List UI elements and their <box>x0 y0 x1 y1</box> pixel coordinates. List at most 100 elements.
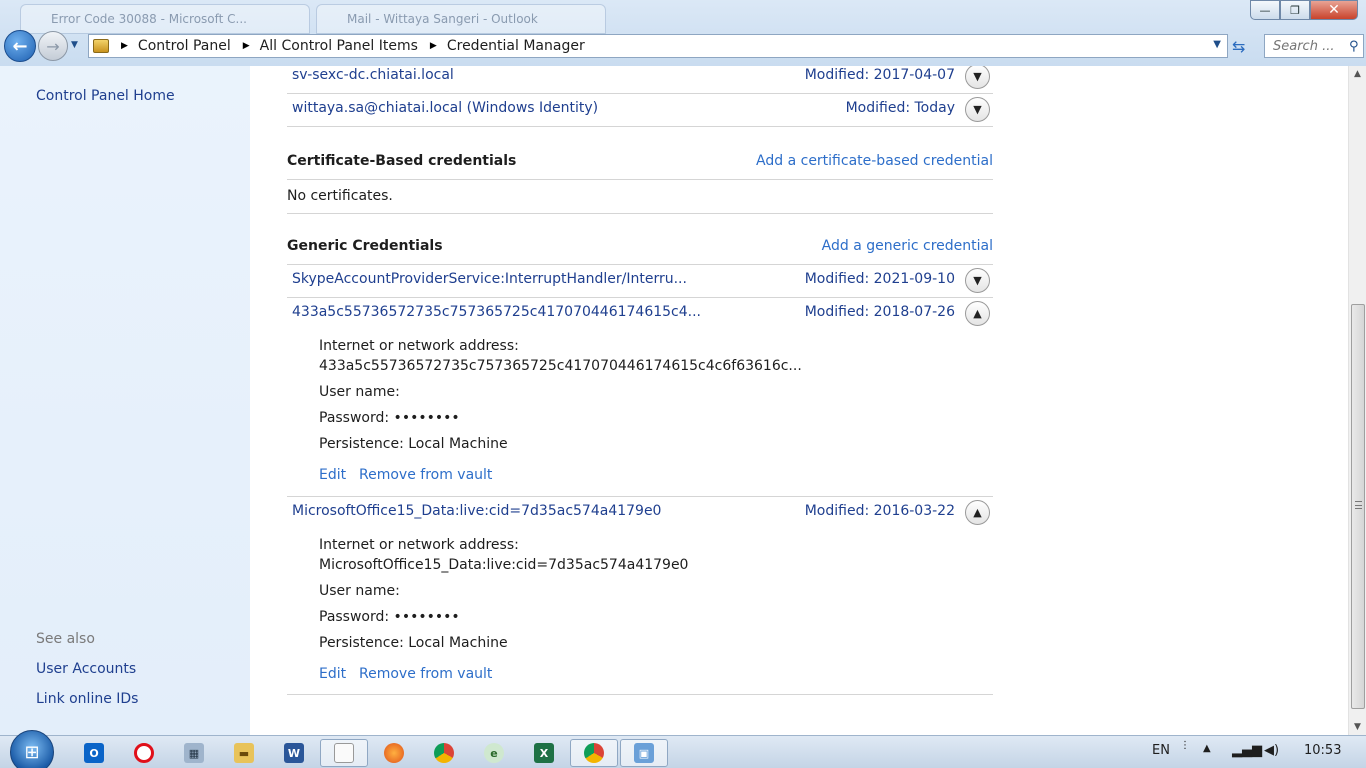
forward-button[interactable]: → <box>38 31 68 61</box>
firefox-icon <box>384 743 404 763</box>
network-signal-icon[interactable]: ▂▄▆ <box>1232 743 1262 758</box>
expand-chevron-down-icon[interactable]: ▼ <box>965 97 990 122</box>
refresh-icon[interactable]: ⇆ <box>1232 37 1245 56</box>
volume-icon[interactable]: ◀) <box>1264 743 1279 758</box>
remove-from-vault-link[interactable]: Remove from vault <box>359 666 492 682</box>
taskbar-chrome-2[interactable] <box>570 739 618 767</box>
grip-icon <box>1355 501 1362 509</box>
taskbar-calculator[interactable]: ▦ <box>170 739 218 767</box>
taskbar-word[interactable]: W <box>270 739 318 767</box>
credential-modified: Modified: Today <box>845 100 955 116</box>
breadcrumb-all-items[interactable]: All Control Panel Items <box>260 38 418 54</box>
credential-row[interactable]: wittaya.sa@chiatai.local (Windows Identi… <box>287 94 993 127</box>
taskbar-explorer[interactable]: ▬ <box>220 739 268 767</box>
vertical-scrollbar[interactable]: ▲ ▼ <box>1348 66 1366 735</box>
credential-row[interactable]: SkypeAccountProviderService:InterruptHan… <box>287 265 993 298</box>
scroll-up-arrow-icon[interactable]: ▲ <box>1349 66 1366 82</box>
breadcrumb: ▶ Control Panel ▶ All Control Panel Item… <box>109 38 585 54</box>
user-accounts-link[interactable]: User Accounts <box>36 661 136 677</box>
taskbar-opera[interactable] <box>120 739 168 767</box>
section-title: Generic Credentials <box>287 238 443 254</box>
search-input[interactable] <box>1273 38 1347 54</box>
credential-list: sv-sexc-dc.chiatai.local Modified: 2017-… <box>250 66 1348 735</box>
generic-section-header: Generic Credentials Add a generic creden… <box>287 231 993 265</box>
taskbar-network[interactable]: e <box>470 739 518 767</box>
recent-pages-dropdown-icon[interactable]: ▼ <box>71 40 78 50</box>
opera-icon <box>134 743 154 763</box>
search-icon[interactable]: ⚲ <box>1349 39 1359 54</box>
control-panel-icon: ▣ <box>634 743 654 763</box>
credential-row-expanded[interactable]: 433a5c55736572735c757365725c417070446174… <box>287 298 993 331</box>
add-certificate-credential-link[interactable]: Add a certificate-based credential <box>756 153 993 169</box>
excel-icon: X <box>534 743 554 763</box>
search-box[interactable]: ⚲ <box>1264 34 1364 58</box>
edit-link[interactable]: Edit <box>319 666 346 682</box>
show-hidden-icons-icon[interactable]: ▲ <box>1203 743 1211 754</box>
scroll-down-arrow-icon[interactable]: ▼ <box>1349 719 1366 735</box>
breadcrumb-arrow-icon[interactable]: ▶ <box>430 41 437 51</box>
credential-row[interactable]: sv-sexc-dc.chiatai.local Modified: 2017-… <box>287 66 993 94</box>
divider <box>287 694 993 695</box>
chrome-icon <box>434 743 454 763</box>
background-tab-outlook[interactable]: Mail - Wittaya Sangeri - Outlook <box>316 4 606 34</box>
expand-chevron-down-icon[interactable]: ▼ <box>965 66 990 89</box>
maximize-button[interactable]: ❐ <box>1280 0 1310 20</box>
breadcrumb-arrow-icon[interactable]: ▶ <box>243 41 250 51</box>
calculator-icon: ▦ <box>184 743 204 763</box>
taskbar-notepad[interactable] <box>320 739 368 767</box>
credential-name[interactable]: sv-sexc-dc.chiatai.local <box>292 67 454 83</box>
forward-arrow-icon: → <box>46 36 60 56</box>
document-icon <box>334 743 354 763</box>
credential-name[interactable]: SkypeAccountProviderService:InterruptHan… <box>292 271 687 287</box>
back-button[interactable]: ← <box>4 30 36 62</box>
section-title: Certificate-Based credentials <box>287 153 517 169</box>
address-dropdown-icon[interactable]: ▼ <box>1213 39 1221 50</box>
collapse-chevron-up-icon[interactable]: ▲ <box>965 301 990 326</box>
credential-name[interactable]: 433a5c55736572735c757365725c417070446174… <box>292 304 701 320</box>
breadcrumb-arrow-icon[interactable]: ▶ <box>121 41 128 51</box>
see-also-label: See also <box>36 631 95 647</box>
user-name-label: User name: <box>319 384 400 400</box>
window-titlebar: Error Code 30088 - Microsoft C... Mail -… <box>0 0 1366 66</box>
address-value: 433a5c55736572735c757365725c417070446174… <box>319 358 802 374</box>
taskbar-excel[interactable]: X <box>520 739 568 767</box>
address-label: Internet or network address: <box>319 537 519 553</box>
edit-link[interactable]: Edit <box>319 467 346 483</box>
control-panel-home-link[interactable]: Control Panel Home <box>36 88 175 104</box>
empty-message: No certificates. <box>287 188 393 204</box>
minimize-button[interactable]: — <box>1250 0 1280 20</box>
close-button[interactable]: ✕ <box>1310 0 1358 20</box>
sidebar: Control Panel Home See also User Account… <box>0 66 250 735</box>
windows-logo-icon: ⊞ <box>24 741 40 763</box>
expand-chevron-down-icon[interactable]: ▼ <box>965 268 990 293</box>
breadcrumb-credential-manager[interactable]: Credential Manager <box>447 38 585 54</box>
taskbar: ⊞ O ▦ ▬ W e X ▣ EN ⋮ ▲ ▂▄▆ ◀) 10:53 <box>0 730 1366 768</box>
add-generic-credential-link[interactable]: Add a generic credential <box>822 238 993 254</box>
breadcrumb-control-panel[interactable]: Control Panel <box>138 38 231 54</box>
clock[interactable]: 10:53 <box>1304 743 1341 758</box>
credential-name[interactable]: MicrosoftOffice15_Data:live:cid=7d35ac57… <box>292 503 661 519</box>
address-bar[interactable]: ▶ Control Panel ▶ All Control Panel Item… <box>88 34 1228 58</box>
taskbar-firefox[interactable] <box>370 739 418 767</box>
taskbar-outlook[interactable]: O <box>70 739 118 767</box>
taskbar-chrome[interactable] <box>420 739 468 767</box>
credential-row-expanded[interactable]: MicrosoftOffice15_Data:live:cid=7d35ac57… <box>287 497 993 530</box>
language-indicator[interactable]: EN <box>1152 743 1170 758</box>
folder-icon: ▬ <box>234 743 254 763</box>
keyboard-icon[interactable]: ⋮ <box>1180 740 1190 751</box>
no-certificates-row: No certificates. <box>287 180 993 214</box>
address-value: MicrosoftOffice15_Data:live:cid=7d35ac57… <box>319 557 689 573</box>
credential-name[interactable]: wittaya.sa@chiatai.local (Windows Identi… <box>292 100 598 116</box>
back-arrow-icon: ← <box>12 35 28 57</box>
background-tab-error[interactable]: Error Code 30088 - Microsoft C... <box>20 4 310 34</box>
collapse-chevron-up-icon[interactable]: ▲ <box>965 500 990 525</box>
start-button[interactable]: ⊞ <box>10 730 54 768</box>
link-online-ids-link[interactable]: Link online IDs <box>36 691 138 707</box>
remove-from-vault-link[interactable]: Remove from vault <box>359 467 492 483</box>
certificate-section-header: Certificate-Based credentials Add a cert… <box>287 146 993 180</box>
scrollbar-thumb[interactable] <box>1351 304 1365 709</box>
network-icon: e <box>484 743 504 763</box>
background-windows: Error Code 30088 - Microsoft C... Mail -… <box>20 4 606 34</box>
taskbar-control-panel[interactable]: ▣ <box>620 739 668 767</box>
credential-modified: Modified: 2018-07-26 <box>804 304 955 320</box>
